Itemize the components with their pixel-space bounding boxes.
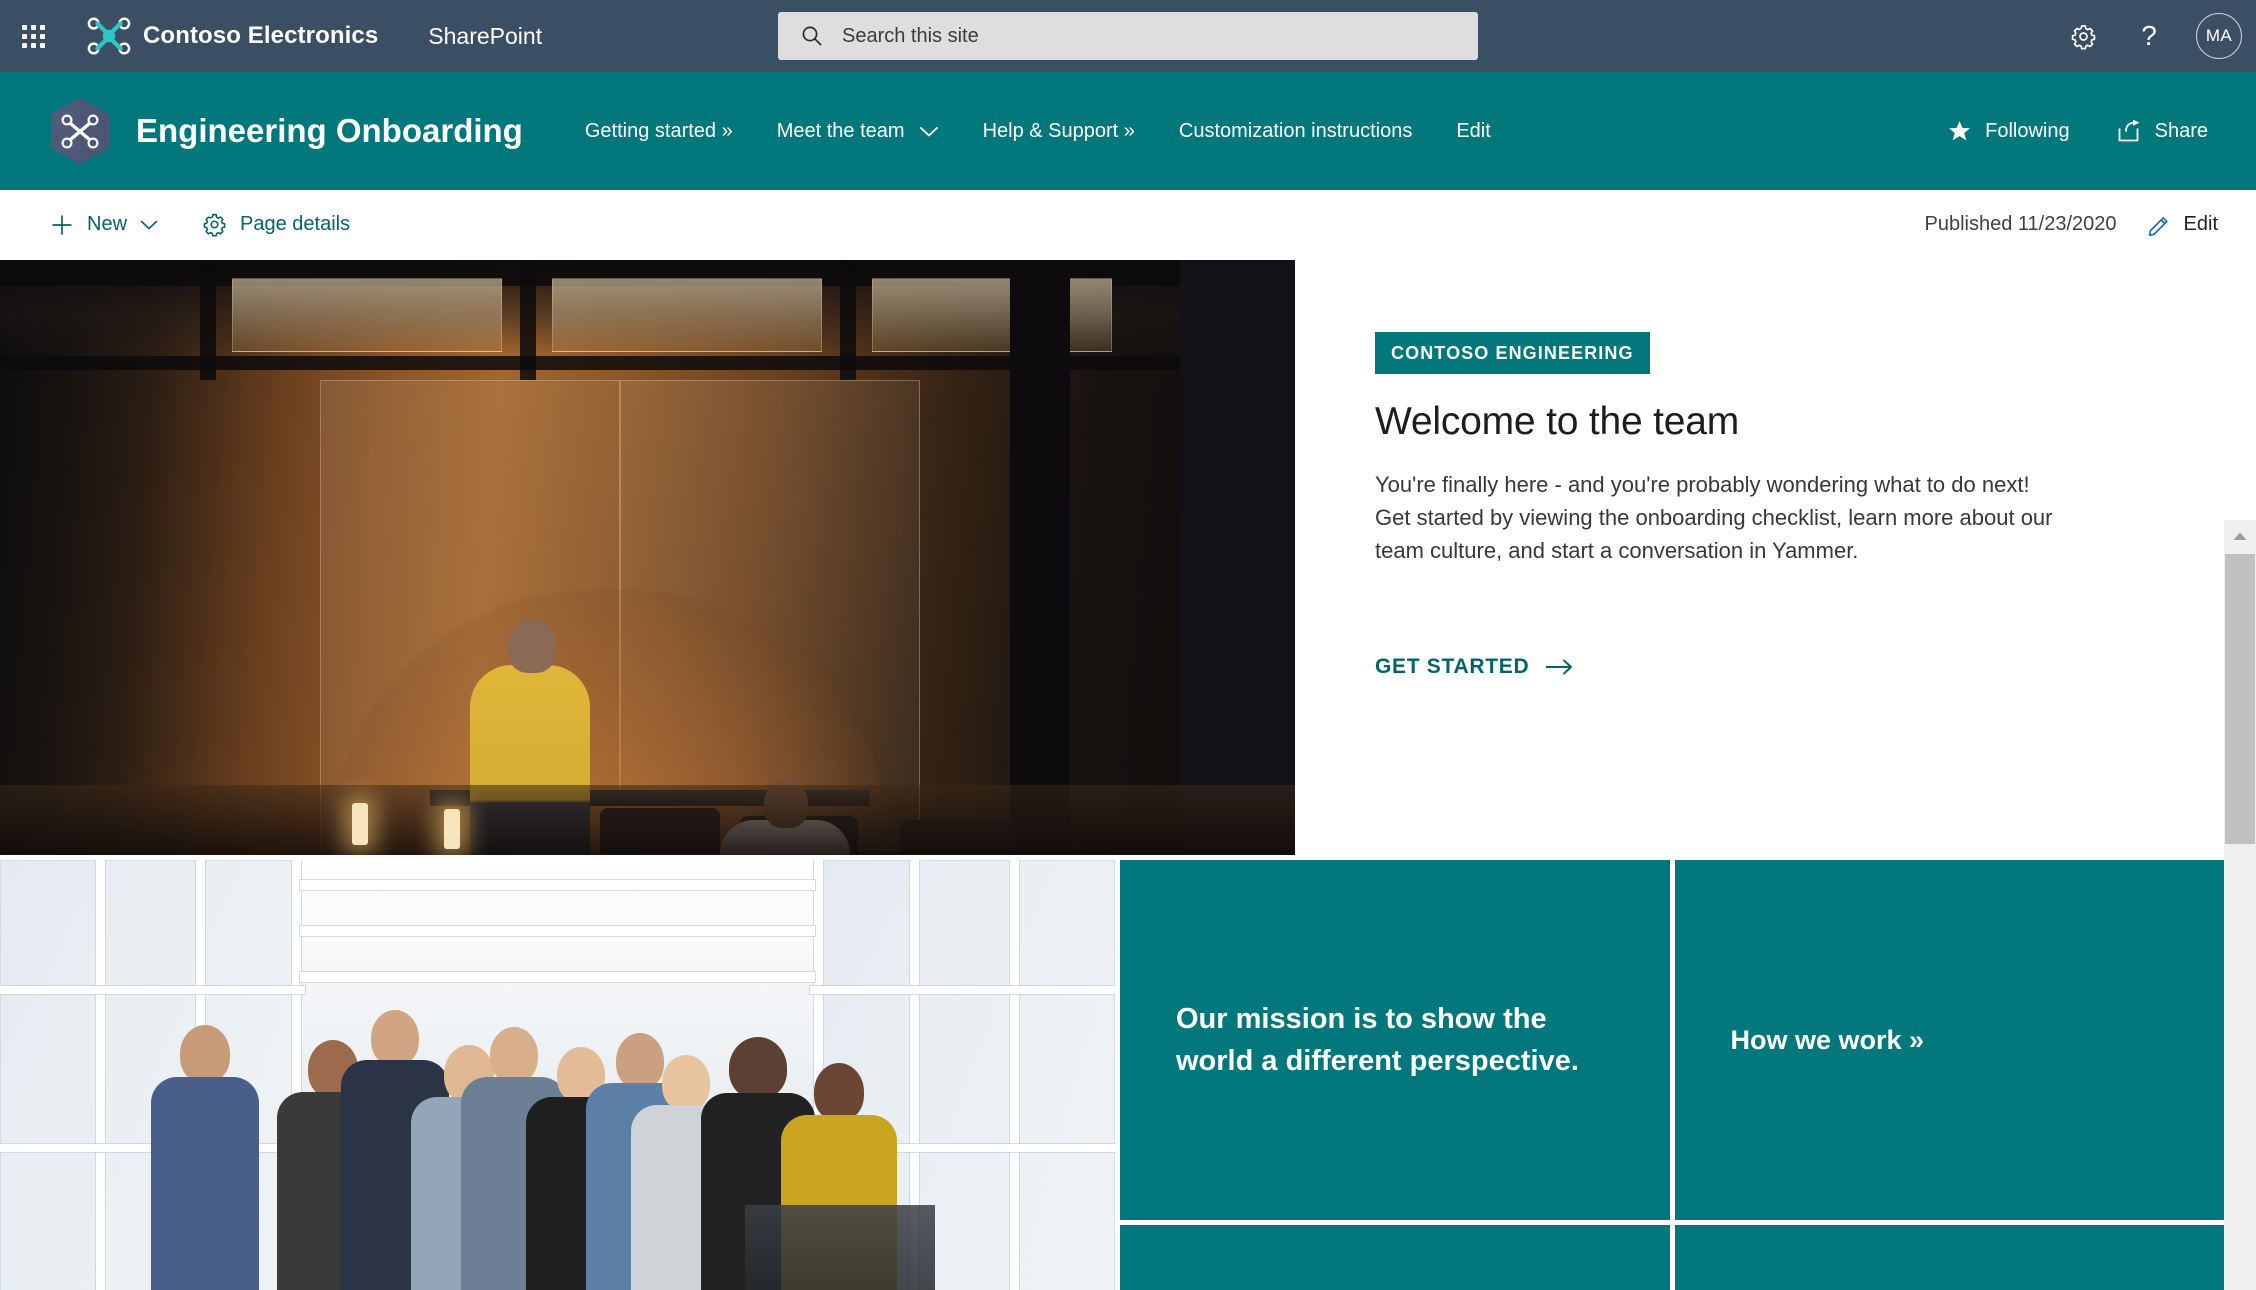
page-canvas: CONTOSO ENGINEERING Welcome to the team …: [0, 260, 2256, 1290]
new-button[interactable]: New: [40, 201, 168, 249]
app-launcher-button[interactable]: [0, 0, 66, 72]
hero-heading: Welcome to the team: [1375, 400, 1739, 443]
suite-bar-actions: ? MA: [2050, 0, 2256, 72]
waffle-icon: [21, 24, 45, 48]
hero-eyebrow-badge: CONTOSO ENGINEERING: [1375, 332, 1650, 374]
tile-mission[interactable]: Our mission is to show the world a diffe…: [1120, 860, 1670, 1220]
brand-home-link[interactable]: Contoso Electronics: [86, 13, 378, 59]
following-label: Following: [1985, 119, 2070, 142]
chevron-down-icon: [919, 125, 939, 138]
vertical-scrollbar[interactable]: [2224, 520, 2256, 1290]
plus-icon: [50, 213, 74, 237]
scroll-up-button[interactable]: [2224, 520, 2256, 552]
command-bar-right: Published 11/23/2020 Edit: [1925, 212, 2218, 237]
nav-label: Meet the team: [776, 119, 905, 142]
tile-four[interactable]: [1674, 1225, 2224, 1290]
brand-name: Contoso Electronics: [143, 22, 379, 49]
site-header-actions: Following Share: [1901, 119, 2208, 143]
avatar: MA: [2196, 13, 2242, 59]
arrow-right-icon: [1545, 657, 1575, 677]
star-icon: [1947, 119, 1972, 143]
nav-item-help-and-support[interactable]: Help & Support »: [983, 114, 1135, 149]
hero-image[interactable]: [0, 260, 1295, 855]
search-box[interactable]: [778, 12, 1478, 60]
scrollbar-thumb[interactable]: [2225, 554, 2255, 844]
team-photo[interactable]: [0, 860, 1115, 1290]
page-details-button[interactable]: Page details: [192, 201, 360, 249]
share-icon: [2116, 119, 2142, 143]
tile-three[interactable]: [1120, 1225, 1670, 1290]
hero-text-panel: CONTOSO ENGINEERING Welcome to the team …: [1295, 260, 2224, 855]
nav-label: Help & Support »: [982, 119, 1135, 142]
tile-how-we-work-text: How we work »: [1730, 1025, 1925, 1055]
site-header: Engineering Onboarding Getting started »…: [0, 72, 2256, 190]
get-started-link[interactable]: GET STARTED: [1375, 655, 1575, 679]
new-label: New: [87, 213, 128, 235]
nav-label: Getting started »: [584, 119, 733, 142]
contoso-drone-logo-icon: [87, 17, 131, 55]
chevron-down-icon: [140, 219, 158, 231]
gear-icon: [2071, 24, 2095, 49]
search-icon: [802, 26, 822, 46]
hero-section: CONTOSO ENGINEERING Welcome to the team …: [0, 260, 2224, 855]
app-name-sharepoint[interactable]: SharePoint: [428, 23, 542, 50]
nav-item-meet-the-team[interactable]: Meet the team: [777, 114, 939, 149]
tile-how-we-work[interactable]: How we work »: [1674, 860, 2224, 1220]
nav-label: Customization instructions: [1178, 119, 1413, 142]
tiles-section: Our mission is to show the world a diffe…: [0, 860, 2224, 1290]
site-logo-icon: [51, 98, 109, 164]
nav-item-getting-started[interactable]: Getting started »: [585, 114, 733, 149]
account-manager-button[interactable]: MA: [2182, 0, 2256, 72]
nav-item-edit[interactable]: Edit: [1456, 114, 1490, 149]
team-member: [150, 1025, 260, 1290]
get-started-label: GET STARTED: [1375, 655, 1530, 678]
site-navigation: Getting started » Meet the team Help & S…: [585, 114, 1491, 149]
share-button[interactable]: Share: [2116, 119, 2208, 143]
nav-item-customization-instructions[interactable]: Customization instructions: [1179, 114, 1412, 149]
pencil-icon: [2147, 212, 2172, 237]
command-bar: New Page details Published 11/23/2020 Ed…: [0, 190, 2256, 260]
hero-body-text: You're finally here - and you're probabl…: [1375, 472, 2053, 563]
help-icon: ?: [2141, 20, 2157, 51]
gear-icon: [202, 212, 227, 237]
page-title[interactable]: Engineering Onboarding: [136, 112, 523, 150]
following-button[interactable]: Following: [1947, 119, 2070, 143]
page-details-label: Page details: [240, 213, 351, 235]
published-status: Published 11/23/2020: [1924, 213, 2117, 235]
search-container: [778, 12, 1478, 60]
caret-up-icon: [2233, 532, 2247, 540]
share-label: Share: [2154, 119, 2208, 142]
settings-button[interactable]: [2050, 0, 2116, 72]
help-button[interactable]: ?: [2116, 0, 2182, 72]
nav-label: Edit: [1456, 119, 1491, 142]
edit-label: Edit: [2183, 213, 2218, 235]
edit-page-button[interactable]: Edit: [2147, 212, 2218, 237]
search-input[interactable]: [842, 24, 1478, 48]
suite-bar: Contoso Electronics SharePoint ? MA: [0, 0, 2256, 72]
tile-mission-text: Our mission is to show the world a diffe…: [1176, 1003, 1579, 1077]
tile-grid: Our mission is to show the world a diffe…: [1120, 860, 2224, 1290]
